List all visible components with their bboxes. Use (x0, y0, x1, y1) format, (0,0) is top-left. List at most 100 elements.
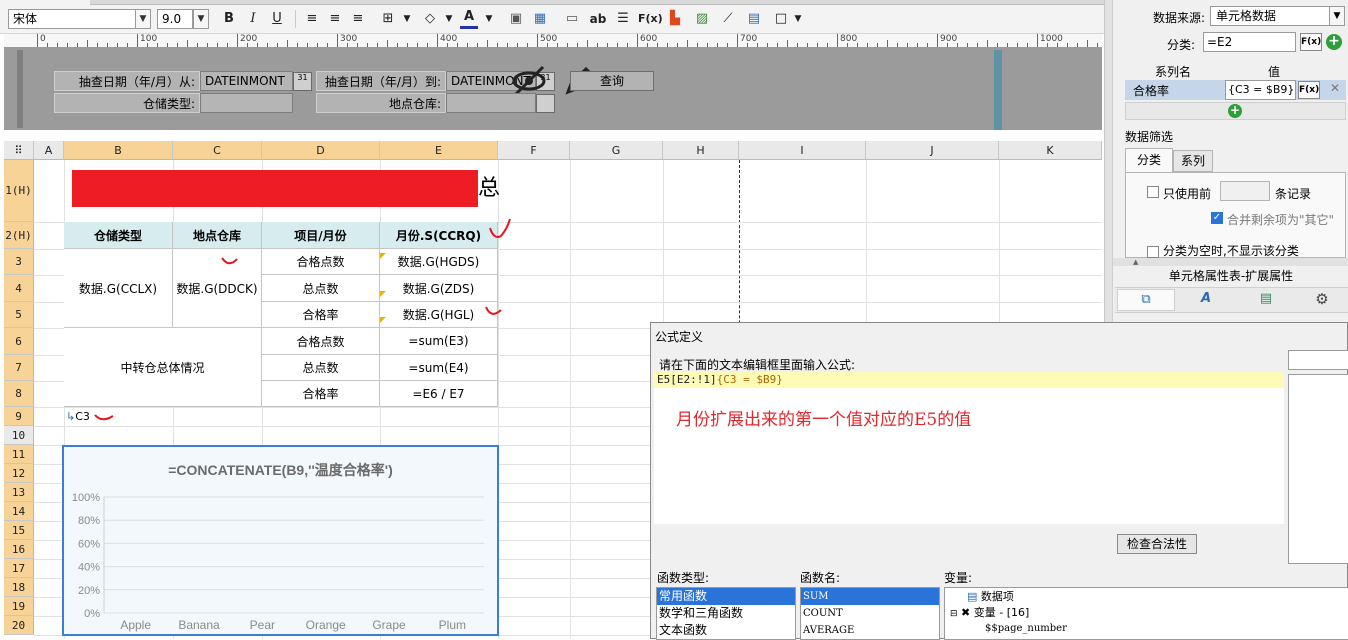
end-date-label: 抽查日期（年/月）到: (316, 71, 446, 91)
description-panel (1288, 374, 1348, 564)
chart-title: =CONCATENATE(B9,''温度合格率') (168, 462, 393, 478)
location-input[interactable] (446, 93, 536, 113)
panel-resize-handle[interactable] (994, 50, 1002, 130)
collapse-bar[interactable]: ▲ (1113, 258, 1348, 266)
category-label: 分类: (1167, 38, 1196, 52)
formula-icon[interactable]: F(x) (638, 9, 663, 29)
ruler-tick-label: 100 (140, 34, 158, 44)
check-validity-button[interactable]: 检查合法性 (1117, 534, 1197, 554)
font-size-dropdown-icon[interactable]: ▼ (193, 9, 209, 29)
remove-series-icon[interactable]: ✕ (1327, 81, 1343, 97)
search-input[interactable] (1288, 350, 1348, 370)
func-type-item[interactable]: 常用函数 (657, 588, 795, 605)
only-use-label: 只使用前 (1163, 187, 1212, 201)
query-button[interactable]: 查询 (570, 71, 654, 91)
italic-button[interactable]: I (244, 9, 262, 29)
divider (295, 10, 296, 28)
underline-button[interactable]: U (268, 9, 286, 29)
func-name-label: 函数名: (800, 571, 841, 585)
series-formula-button[interactable]: F(x) (1298, 81, 1320, 99)
empty-category-label: 分类为空时,不显示该分类 (1163, 244, 1299, 258)
series-name-cell[interactable]: 合格率 (1133, 82, 1169, 99)
settings-gear-icon[interactable]: ⚙ (1297, 289, 1347, 311)
func-type-item[interactable]: 数学和三角函数 (657, 605, 795, 622)
cell-props-tab-icon[interactable]: ⧉ (1117, 289, 1175, 311)
formula-dialog: 公式定义 请在下面的文本编辑框里面输入公式: E5[E2:!1]{C3 = $B… (650, 322, 1348, 640)
insert-row-icon[interactable]: ▭ (563, 9, 581, 29)
font-color-dropdown-icon[interactable]: ▼ (480, 9, 498, 29)
location-picker-icon[interactable] (536, 94, 555, 113)
storage-type-label: 仓储类型: (54, 93, 200, 113)
frame-icon[interactable]: □ (772, 9, 790, 29)
start-date-label: 抽查日期（年/月）从: (54, 71, 200, 91)
source-select[interactable]: 单元格数据 (1210, 6, 1330, 26)
tree-item-page-number[interactable]: $$page_number (985, 621, 1067, 636)
func-name-item[interactable]: SUM (801, 588, 939, 605)
border-icon[interactable]: ⊞ (379, 9, 397, 29)
border-dropdown-icon[interactable]: ▼ (398, 9, 416, 29)
only-use-checkbox[interactable] (1147, 186, 1159, 198)
font-name-dropdown-icon[interactable]: ▼ (135, 9, 151, 29)
chart-icon[interactable]: ▙ (666, 9, 684, 29)
storage-type-input[interactable] (200, 93, 293, 113)
align-left-icon[interactable]: ≡ (303, 9, 321, 29)
align-right-icon[interactable]: ≡ (349, 9, 367, 29)
chart-y-tick: 60% (78, 538, 100, 550)
form-icon[interactable]: ▤ (745, 9, 763, 29)
value-header: 值 (1268, 65, 1281, 79)
series-value-input[interactable]: {C3 = $B9} (1225, 80, 1296, 100)
bold-button[interactable]: B (220, 9, 238, 29)
fill-color-icon[interactable]: ◇ (421, 9, 439, 29)
category-formula-button[interactable]: F(x) (1300, 33, 1322, 51)
add-series-icon[interactable]: + (1228, 104, 1242, 118)
tree-item-data[interactable]: ▤ 数据项 (967, 589, 1014, 604)
tree-item-variables[interactable]: ⊟ ✖ 变量 - [16] (950, 605, 1029, 622)
frame-dropdown-icon[interactable]: ▼ (789, 9, 807, 29)
tab-series[interactable]: 系列 (1173, 150, 1213, 172)
category-input[interactable]: =E2 (1203, 32, 1296, 52)
ruler-tick-label: 1000 (1040, 34, 1063, 44)
style-tab-icon[interactable]: A (1177, 289, 1235, 311)
grid-icon[interactable]: ▦ (531, 9, 549, 29)
align-center-icon[interactable]: ≡ (326, 9, 344, 29)
ruler-tick-label: 200 (240, 34, 258, 44)
tree-expand-icon[interactable]: ⊟ (950, 609, 958, 619)
table-icon: ▤ (967, 590, 978, 603)
chart-y-tick: 80% (78, 515, 100, 527)
source-dropdown-icon[interactable]: ▼ (1329, 6, 1345, 26)
start-date-input[interactable]: DATEINMONT (200, 71, 293, 91)
source-label: 数据来源: (1153, 11, 1206, 25)
image-icon[interactable]: ▨ (693, 9, 711, 29)
chart-container[interactable]: =CONCATENATE(B9,''温度合格率') 100% 80% 60% 40% 20… (62, 445, 499, 636)
slash-icon[interactable]: ⟋ (719, 9, 737, 29)
wrap-text-icon[interactable]: ☰ (614, 9, 632, 29)
tab-category[interactable]: 分类 (1125, 148, 1173, 172)
panel-edge (17, 50, 23, 128)
form-tab-icon[interactable]: ▤ (1237, 289, 1295, 311)
variable-label: 变量: (944, 571, 973, 585)
empty-category-checkbox[interactable] (1147, 246, 1159, 258)
text-icon[interactable]: ab (589, 9, 607, 29)
formula-editor[interactable] (654, 372, 1284, 524)
record-count-input[interactable] (1220, 181, 1270, 201)
formula-text[interactable]: E5[E2:!1]{C3 = $B9} (657, 373, 783, 387)
font-size-select[interactable]: 9.0 (157, 9, 193, 29)
start-calendar-icon[interactable]: 31 (293, 72, 312, 91)
chart-y-tick: 0% (84, 608, 100, 620)
func-type-list: 常用函数 数学和三角函数 文本函数 (656, 587, 796, 640)
add-category-icon[interactable]: + (1326, 34, 1342, 50)
ruler-tick-label: 900 (940, 34, 958, 44)
tab-strip (90, 0, 1112, 5)
ruler-tick-label: 300 (340, 34, 358, 44)
merge-checkbox[interactable]: ✓ (1211, 212, 1223, 224)
func-name-item[interactable]: COUNT (801, 605, 939, 622)
location-label: 地点仓库: (316, 93, 446, 113)
merge-cells-icon[interactable]: ▣ (507, 9, 525, 29)
font-color-icon[interactable]: A (460, 9, 478, 29)
annotation-text: 月份扩展出来的第一个值对应的E5的值 (676, 410, 972, 430)
ruler-tick-label: 600 (640, 34, 658, 44)
fill-dropdown-icon[interactable]: ▼ (440, 9, 458, 29)
font-name-select[interactable]: 宋体 (8, 9, 136, 29)
func-type-item[interactable]: 文本函数 (657, 622, 795, 639)
func-name-item[interactable]: AVERAGE (801, 622, 939, 639)
